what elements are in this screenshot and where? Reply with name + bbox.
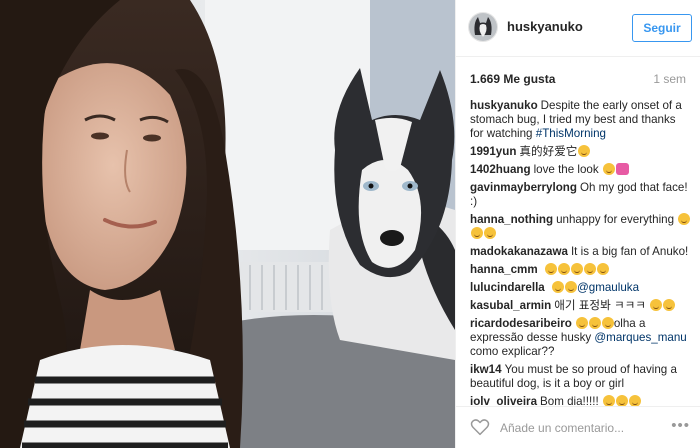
smile-emoji-icon [663,299,676,311]
laugh-emoji-icon [484,227,496,239]
list-item: madokakanazawa It is a big fan of Anuko! [470,245,692,259]
post-photo[interactable] [0,0,455,448]
selfie-with-husky-image [0,0,455,448]
comment-bar: ••• [456,406,700,448]
comment-text: It is a big fan of Anuko! [570,245,689,258]
comment-username[interactable]: 1991yun [470,145,516,158]
laugh-emoji-icon [628,395,641,406]
comment-text: 真的好爱它 [519,145,578,158]
comment-username[interactable]: ikw14 [470,363,502,376]
smile-emoji-icon [596,263,609,275]
husky-avatar-image [469,13,497,41]
comment-text: Bom dia!!!!! [540,395,599,406]
list-item: 1402huang love the look [470,163,692,177]
post-header: huskyanuko Seguir [456,0,700,57]
post-timestamp[interactable]: 1 sem [653,72,686,86]
comment-text: love the look [533,163,599,176]
laugh-emoji-icon [551,281,564,293]
comment-text: 애기 표정봐 ㅋㅋㅋ [554,299,646,312]
smile-emoji-icon [602,163,615,175]
post-details-panel: huskyanuko Seguir 1.669 Me gusta 1 sem h… [455,0,700,448]
comment-input[interactable] [498,415,662,441]
comment-username[interactable]: ricardodesaribeiro [470,317,572,330]
comment-username[interactable]: lulucindarella [470,281,545,294]
laugh-emoji-icon [602,395,615,406]
list-item: 1991yun 真的好爱它 [470,145,692,159]
caption-hashtag[interactable]: #ThisMorning [536,127,606,140]
comment-username[interactable]: kasubal_armin [470,299,551,312]
smile-emoji-icon [570,263,583,275]
smile-emoji-icon [544,263,557,275]
list-item: kasubal_armin 애기 표정봐 ㅋㅋㅋ [470,299,692,313]
follow-button[interactable]: Seguir [632,14,692,42]
smile-emoji-icon [557,263,570,275]
laugh-emoji-icon [564,281,577,293]
likes-count[interactable]: 1.669 Me gusta [470,72,555,86]
heart-emoji-icon [615,163,629,175]
laugh-emoji-icon [615,395,628,406]
laugh-emoji-icon [588,317,601,329]
comment-text: unhappy for everything [556,213,675,226]
list-item: ikw14 You must be so proud of having a be… [470,363,692,391]
comment-list: huskyanuko Despite the early onset of a s… [470,99,692,406]
comment-username[interactable]: hanna_cmm [470,263,538,276]
smile-emoji-icon [650,299,663,311]
instagram-post-view: huskyanuko Seguir 1.669 Me gusta 1 sem h… [0,0,700,448]
comment-mention[interactable]: @gmauluka [577,281,639,294]
list-item: iolv_oliveira Bom dia!!!!! [470,395,692,406]
comment-username[interactable]: madokakanazawa [470,245,568,258]
list-item: gavinmayberrylong Oh my god that face! :) [470,181,692,209]
laugh-emoji-icon [601,317,614,329]
list-item: lulucindarella @gmauluka [470,281,692,295]
post-username[interactable]: huskyanuko [507,19,583,34]
list-item: hanna_nothing unhappy for everything [470,213,692,241]
more-options-icon[interactable]: ••• [671,418,690,433]
comment-username[interactable]: 1402huang [470,163,531,176]
comment-text-continued: como explicar?? [470,345,555,358]
caption: huskyanuko Despite the early onset of a s… [470,99,692,141]
list-item: ricardodesaribeiro olha a expressão desse… [470,317,692,359]
laugh-emoji-icon [575,317,588,329]
comment-mention[interactable]: @marques_manu [594,331,686,344]
avatar[interactable] [468,12,498,42]
comment-username[interactable]: gavinmayberrylong [470,181,577,194]
smile-emoji-icon [578,145,591,157]
comment-username[interactable]: hanna_nothing [470,213,553,226]
smile-emoji-icon [583,263,596,275]
laugh-emoji-icon [471,227,483,239]
caption-username[interactable]: huskyanuko [470,99,538,112]
list-item: hanna_cmm [470,263,692,277]
comment-username[interactable]: iolv_oliveira [470,395,537,406]
laugh-emoji-icon [678,213,691,225]
heart-outline-icon[interactable] [470,418,490,436]
